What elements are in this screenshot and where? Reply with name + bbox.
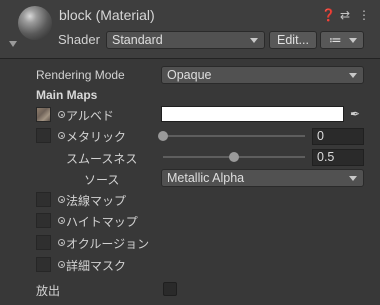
metallic-slider-thumb[interactable] — [158, 131, 168, 141]
edit-shader-button[interactable]: Edit... — [269, 31, 317, 49]
more-icon[interactable]: ⋮ — [357, 8, 371, 22]
shader-dropdown[interactable]: Standard — [106, 31, 265, 49]
source-value: Metallic Alpha — [167, 171, 245, 185]
occlusion-texture-slot[interactable] — [36, 235, 51, 250]
detail-mask-picker-dot-icon[interactable] — [58, 261, 65, 268]
rendering-mode-label: Rendering Mode — [36, 68, 125, 82]
shader-dropdown-value: Standard — [112, 33, 163, 47]
height-map-picker-dot-icon[interactable] — [58, 217, 65, 224]
albedo-color-field[interactable] — [161, 106, 344, 122]
smoothness-slider-thumb[interactable] — [229, 152, 239, 162]
material-header: block (Material) ❓ ⇄ ⋮ Shader Standard E… — [0, 0, 380, 59]
material-preview-sphere-icon[interactable] — [18, 6, 52, 40]
normal-map-picker-dot-icon[interactable] — [58, 196, 65, 203]
occlusion-label: オクルージョン — [66, 237, 150, 251]
material-title: block (Material) — [59, 7, 155, 23]
shader-label: Shader — [58, 32, 100, 47]
metallic-texture-slot[interactable] — [36, 128, 51, 143]
detail-mask-texture-slot[interactable] — [36, 257, 51, 272]
emission-label: 放出 — [36, 284, 61, 298]
metallic-slider-track[interactable] — [163, 135, 305, 137]
main-maps-heading: Main Maps — [36, 88, 98, 102]
detail-mask-label: 詳細マスク — [66, 259, 127, 273]
help-icon[interactable]: ❓ — [321, 8, 336, 22]
rendering-mode-dropdown[interactable]: Opaque — [161, 66, 364, 84]
source-dropdown[interactable]: Metallic Alpha — [161, 169, 364, 187]
settings-sliders-icon[interactable]: ⇄ — [338, 8, 352, 22]
chevron-down-icon — [349, 38, 357, 43]
metallic-picker-dot-icon[interactable] — [58, 132, 65, 139]
metallic-label: メタリック — [66, 130, 127, 144]
foldout-arrow-icon[interactable] — [9, 41, 17, 47]
chevron-down-icon — [349, 73, 357, 78]
smoothness-value-field[interactable]: 0.5 — [312, 149, 364, 166]
occlusion-picker-dot-icon[interactable] — [58, 239, 65, 246]
albedo-texture-slot[interactable] — [36, 107, 51, 122]
eyedropper-icon[interactable]: ✒ — [348, 106, 362, 122]
source-label: ソース — [84, 173, 120, 187]
chevron-down-icon — [349, 176, 357, 181]
albedo-label: アルベド — [66, 109, 114, 123]
chevron-down-icon — [250, 38, 258, 43]
height-map-label: ハイトマップ — [66, 215, 138, 229]
rendering-mode-value: Opaque — [167, 68, 212, 82]
emission-checkbox[interactable] — [163, 282, 177, 296]
normal-map-texture-slot[interactable] — [36, 192, 51, 207]
height-map-texture-slot[interactable] — [36, 213, 51, 228]
albedo-picker-dot-icon[interactable] — [58, 111, 65, 118]
shader-list-button[interactable]: ≔ — [320, 31, 364, 49]
normal-map-label: 法線マップ — [66, 194, 127, 208]
list-icon: ≔ — [329, 33, 342, 47]
smoothness-label: スムースネス — [66, 152, 138, 166]
metallic-value-field[interactable]: 0 — [312, 128, 364, 145]
